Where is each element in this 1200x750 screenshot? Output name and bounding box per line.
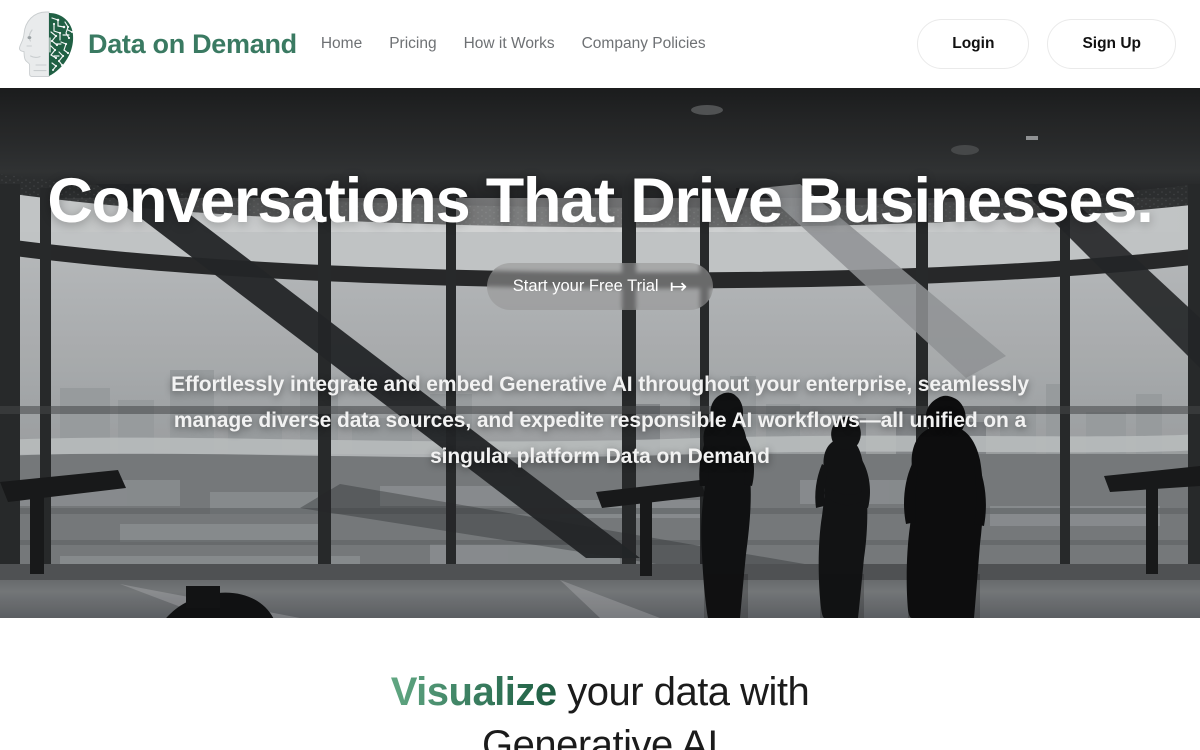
- section-heading-rest: your data with: [556, 670, 810, 714]
- signup-button[interactable]: Sign Up: [1047, 19, 1176, 69]
- head-profile-circuit-brain-logo-icon: [16, 8, 78, 80]
- hero-subtitle: Effortlessly integrate and embed Generat…: [171, 373, 1029, 469]
- section-heading-line2: Generative AI: [482, 722, 718, 750]
- brand-name: Data on Demand: [88, 28, 297, 59]
- main-nav: Home Pricing How it Works Company Polici…: [321, 35, 706, 53]
- brand-logo-link[interactable]: Data on Demand: [16, 8, 297, 80]
- hero-section: Conversations That Drive Businesses. Sta…: [0, 88, 1200, 618]
- login-button[interactable]: Login: [917, 19, 1030, 69]
- nav-item-home[interactable]: Home: [321, 35, 362, 53]
- site-header: Data on Demand Home Pricing How it Works…: [0, 0, 1200, 88]
- start-free-trial-button[interactable]: Start your Free Trial ↦: [486, 263, 714, 310]
- cta-label: Start your Free Trial: [512, 277, 659, 295]
- visualize-section: Visualize your data with Generative AI: [0, 618, 1200, 750]
- section-heading-highlight: Visualize: [390, 670, 557, 714]
- arrow-right-from-bar-icon: ↦: [669, 275, 688, 298]
- hero-content: Conversations That Drive Businesses. Sta…: [0, 88, 1200, 618]
- nav-item-company-policies[interactable]: Company Policies: [582, 35, 706, 53]
- section-heading: Visualize your data with Generative AI: [391, 666, 810, 750]
- auth-actions: Login Sign Up: [917, 19, 1176, 69]
- nav-item-pricing[interactable]: Pricing: [389, 35, 436, 53]
- hero-title: Conversations That Drive Businesses.: [47, 166, 1153, 236]
- nav-item-how-it-works[interactable]: How it Works: [464, 35, 555, 53]
